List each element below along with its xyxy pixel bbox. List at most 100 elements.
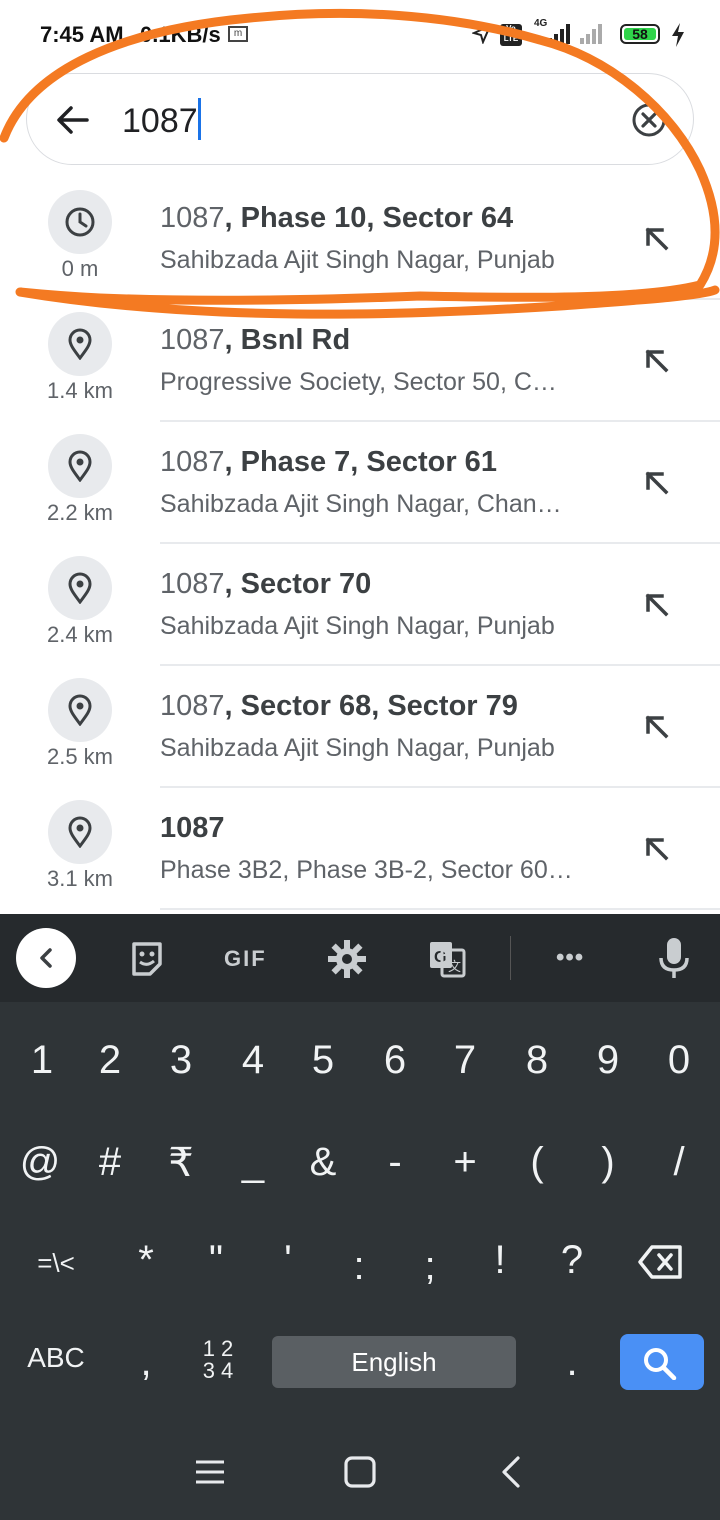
place-pin-icon [68,816,92,848]
key-semicolon[interactable]: ; [394,1244,466,1289]
key-hash[interactable]: # [74,1140,146,1185]
signal-weak-icon [580,24,602,44]
key-6[interactable]: 6 [359,1038,431,1083]
key-colon[interactable]: : [323,1244,395,1289]
place-pin-icon-badge [48,556,112,620]
signal-strength-icon [548,24,570,44]
key-period[interactable]: . [536,1340,608,1385]
soft-keyboard: GIF G文 ••• 1 2 3 4 5 6 7 8 9 0 @ # ₹ _ &… [0,914,720,1520]
suggestion-title-match: 1087 [160,324,225,356]
microphone-icon[interactable] [658,936,690,980]
suggestion-row[interactable]: 2.2 km 1087, Phase 7, Sector 61 Sahibzad… [0,422,720,544]
keyboard-toolbar: GIF G文 ••• [0,914,720,1002]
suggestion-subtitle: Progressive Society, Sector 50, C… [160,368,557,396]
suggestion-title: 1087, Sector 70 [160,568,371,601]
suggestion-subtitle: Sahibzada Ajit Singh Nagar, Punjab [160,612,555,640]
suggestion-subtitle: Sahibzada Ajit Singh Nagar, Punjab [160,734,555,762]
suggestion-title-rest: 1087 [160,812,225,844]
gif-button[interactable]: GIF [224,946,267,972]
suggestion-distance: 2.5 km [46,744,114,769]
place-pin-icon-badge [48,800,112,864]
mail-notification-icon: m [228,26,248,42]
suggestion-title-rest: , Sector 68, Sector 79 [224,690,518,722]
fill-query-arrow-icon[interactable] [640,466,674,500]
search-bar[interactable]: 1087 [26,73,694,165]
fill-query-arrow-icon[interactable] [640,710,674,744]
key-single-quote[interactable]: ' [252,1238,324,1283]
key-1[interactable]: 1 [6,1038,78,1083]
backspace-icon[interactable] [638,1244,684,1280]
key-9[interactable]: 9 [572,1038,644,1083]
key-rupee[interactable]: ₹ [145,1140,217,1186]
suggestion-title-match: 1087 [160,202,225,234]
suggestion-row[interactable]: 2.4 km 1087, Sector 70 Sahibzada Ajit Si… [0,544,720,666]
suggestion-distance: 3.1 km [46,866,114,891]
suggestion-title: 1087, Phase 10, Sector 64 [160,202,513,235]
recent-apps-icon[interactable] [194,1456,226,1488]
key-question[interactable]: ? [536,1238,608,1283]
key-7[interactable]: 7 [429,1038,501,1083]
key-open-paren[interactable]: ( [501,1140,573,1185]
text-cursor [197,98,201,140]
suggestion-title-match: 1087 [160,446,225,478]
suggestion-row[interactable]: 2.5 km 1087, Sector 68, Sector 79 Sahibz… [0,666,720,788]
key-ampersand[interactable]: & [287,1140,359,1185]
search-input[interactable]: 1087 [122,98,201,141]
suggestion-title: 1087 [160,812,225,845]
suggestion-title: 1087, Phase 7, Sector 61 [160,446,497,479]
back-arrow-icon[interactable] [55,102,91,138]
clear-search-icon[interactable] [631,102,667,138]
svg-text:文: 文 [448,960,461,975]
key-8[interactable]: 8 [501,1038,573,1083]
abc-key[interactable]: ABC [20,1342,92,1374]
keyboard-collapse-button[interactable] [16,928,76,988]
suggestion-title-rest: , Phase 10, Sector 64 [224,202,514,234]
key-0[interactable]: 0 [643,1038,715,1083]
space-bar[interactable]: English [272,1336,516,1388]
translate-icon[interactable]: G文 [428,940,466,978]
fill-query-arrow-icon[interactable] [640,588,674,622]
suggestion-row[interactable]: 0 m 1087, Phase 10, Sector 64 Sahibzada … [0,178,720,300]
svg-text:G: G [434,949,446,966]
sticker-icon[interactable] [128,940,166,978]
numpad-switch-key[interactable]: 1 2 3 4 [190,1338,246,1382]
place-pin-icon [68,328,92,360]
key-underscore[interactable]: _ [217,1140,289,1185]
charging-bolt-icon [672,23,684,47]
suggestion-title-rest: , Phase 7, Sector 61 [224,446,497,478]
search-go-key[interactable] [620,1334,704,1390]
status-bar: 7:45 AM 0.1KB/s m Vo LTE 4G 58 [0,0,720,70]
toolbar-divider [510,936,511,980]
key-exclamation[interactable]: ! [464,1238,536,1283]
battery-icon: 58 [620,24,660,44]
suggestion-title: 1087, Sector 68, Sector 79 [160,690,518,723]
key-double-quote[interactable]: " [180,1238,252,1283]
status-time: 7:45 AM [40,22,124,47]
key-close-paren[interactable]: ) [572,1140,644,1185]
key-more-symbols[interactable]: =\< [20,1248,92,1279]
key-comma[interactable]: , [110,1340,182,1385]
key-minus[interactable]: - [359,1140,431,1185]
more-options-button[interactable]: ••• [556,944,584,972]
suggestion-distance: 2.2 km [46,500,114,525]
key-5[interactable]: 5 [287,1038,359,1083]
key-slash[interactable]: / [643,1140,715,1185]
suggestion-row[interactable]: 3.1 km 1087 Phase 3B2, Phase 3B-2, Secto… [0,788,720,910]
key-at[interactable]: @ [4,1140,76,1185]
key-asterisk[interactable]: * [110,1238,182,1283]
key-3[interactable]: 3 [145,1038,217,1083]
back-nav-icon[interactable] [498,1454,526,1490]
fill-query-arrow-icon[interactable] [640,344,674,378]
suggestion-title: 1087, Bsnl Rd [160,324,350,357]
key-4[interactable]: 4 [217,1038,289,1083]
settings-gear-icon[interactable] [328,940,366,978]
fill-query-arrow-icon[interactable] [640,832,674,866]
suggestion-subtitle: Sahibzada Ajit Singh Nagar, Punjab [160,246,555,274]
suggestion-distance: 2.4 km [46,622,114,647]
home-icon[interactable] [342,1454,378,1490]
key-2[interactable]: 2 [74,1038,146,1083]
fill-query-arrow-icon[interactable] [640,222,674,256]
suggestion-row[interactable]: 1.4 km 1087, Bsnl Rd Progressive Society… [0,300,720,422]
key-plus[interactable]: + [429,1140,501,1185]
history-icon [65,207,95,237]
